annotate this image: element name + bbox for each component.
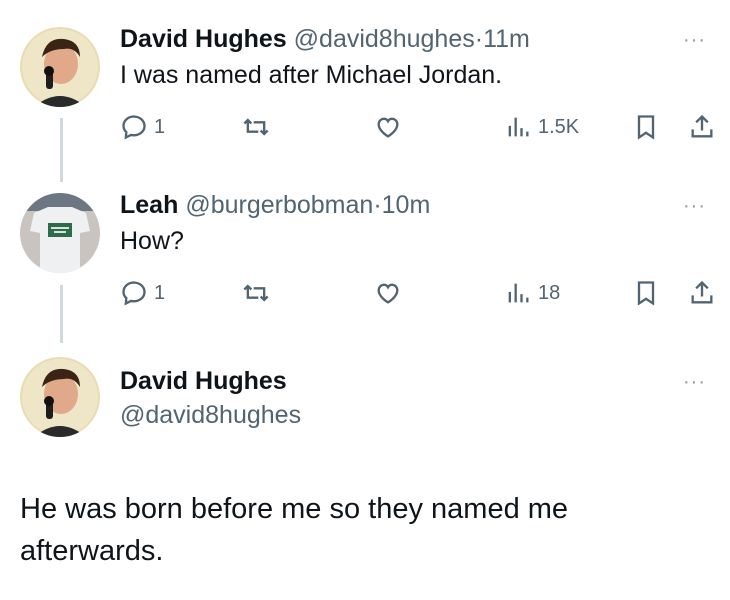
thread-connector-line xyxy=(60,285,63,343)
author-name[interactable]: David Hughes xyxy=(120,25,287,53)
share-icon xyxy=(691,114,713,138)
author-name[interactable]: David Hughes xyxy=(120,367,287,395)
author-handle[interactable]: @david8hughes xyxy=(294,25,475,53)
reply-count: 1 xyxy=(154,115,166,138)
tweet-text: I was named after Michael Jordan. xyxy=(120,61,503,89)
retweet-button[interactable] xyxy=(242,279,270,307)
reply-icon xyxy=(122,281,146,306)
view-count: 1.5K xyxy=(538,115,580,138)
like-button[interactable] xyxy=(374,113,402,141)
retweet-button[interactable] xyxy=(242,113,270,141)
timestamp[interactable]: 11m xyxy=(483,25,530,53)
avatar[interactable] xyxy=(20,193,100,273)
like-icon xyxy=(377,283,399,304)
views-button[interactable]: 18 xyxy=(504,279,560,307)
more-icon[interactable]: ··· xyxy=(683,30,706,50)
views-button[interactable]: 1.5K xyxy=(504,113,579,141)
bookmark-icon xyxy=(637,115,655,140)
more-icon[interactable]: ··· xyxy=(683,196,706,216)
main-tweet-line: afterwards. xyxy=(20,535,164,567)
reply-count: 1 xyxy=(154,281,166,304)
view-count: 18 xyxy=(538,281,561,304)
author-handle[interactable]: @david8hughes xyxy=(120,401,301,429)
tweet-header: Leah @burgerbobman·10m xyxy=(120,190,430,220)
main-tweet-line: He was born before me so they named me xyxy=(20,493,569,525)
avatar[interactable] xyxy=(20,357,100,437)
main-author-name[interactable]: David Hughes xyxy=(120,366,287,396)
tweet-text: How? xyxy=(120,227,184,255)
timestamp[interactable]: 10m xyxy=(382,191,431,219)
separator: · xyxy=(373,191,382,219)
like-icon xyxy=(377,117,399,138)
main-tweet-text: He was born before me so they named me a… xyxy=(20,488,710,572)
share-button[interactable] xyxy=(688,113,716,141)
reply-icon xyxy=(122,115,146,140)
reply-button[interactable]: 1 xyxy=(120,113,165,141)
tweet-header: David Hughes @david8hughes·11m xyxy=(120,24,530,54)
reply-button[interactable]: 1 xyxy=(120,279,165,307)
author-name[interactable]: Leah xyxy=(120,191,178,219)
main-author-handle[interactable]: @david8hughes xyxy=(120,400,301,430)
separator: · xyxy=(474,25,484,53)
retweet-icon xyxy=(243,118,269,136)
views-icon xyxy=(508,117,529,137)
share-button[interactable] xyxy=(688,279,716,307)
bookmark-button[interactable] xyxy=(632,279,660,307)
more-icon[interactable]: ··· xyxy=(683,372,706,392)
share-icon xyxy=(691,280,713,304)
like-button[interactable] xyxy=(374,279,402,307)
bookmark-button[interactable] xyxy=(632,113,660,141)
views-icon xyxy=(508,283,529,303)
bookmark-icon xyxy=(637,281,655,306)
retweet-icon xyxy=(243,284,269,302)
avatar[interactable] xyxy=(20,27,100,107)
author-handle[interactable]: @burgerbobman xyxy=(185,191,373,219)
thread-connector-line xyxy=(60,118,63,182)
